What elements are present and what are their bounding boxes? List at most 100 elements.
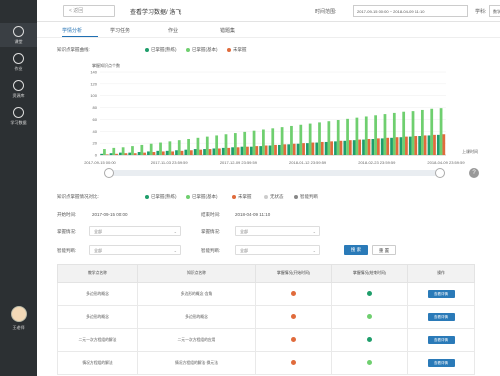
bar <box>318 122 321 155</box>
bar <box>193 149 197 155</box>
mastery-end-select[interactable]: 全部 ⌄ <box>235 226 320 236</box>
bar <box>147 151 150 155</box>
bar <box>159 142 162 155</box>
slider-start-handle[interactable] <box>104 168 114 178</box>
tab-tasks[interactable]: 学习任务 <box>110 27 130 34</box>
bar <box>367 138 371 155</box>
bar <box>143 152 146 155</box>
bar <box>430 108 434 155</box>
view-detail-button[interactable]: 查看详情 <box>427 313 455 321</box>
chevron-down-icon: ⌄ <box>173 229 177 234</box>
bar <box>302 143 305 155</box>
smart-judge-start-select[interactable]: 全部 ⌄ <box>89 245 181 255</box>
status-dot <box>367 291 372 296</box>
sidebar-item-resources[interactable]: 资源库 <box>0 77 37 101</box>
legend-not-mastered: 未掌握 <box>227 47 247 53</box>
view-detail-button[interactable]: 查看详情 <box>427 336 455 344</box>
bar <box>442 134 446 155</box>
bar <box>346 118 349 155</box>
slider-end-handle[interactable] <box>435 168 445 178</box>
table-row: 多边形的概念 多边形的概念 查看详情 <box>57 305 475 329</box>
bar <box>287 144 291 155</box>
tabs-divider <box>37 37 500 38</box>
reset-button[interactable]: 重 置 <box>372 245 396 255</box>
view-detail-button[interactable]: 查看详情 <box>427 290 455 298</box>
chevron-down-icon: ⌄ <box>312 248 316 253</box>
status-compare-label: 知识点掌握情况对比: <box>57 194 99 199</box>
bar <box>414 136 418 155</box>
tab-homework[interactable]: 作业 <box>168 27 178 34</box>
bar <box>306 143 309 155</box>
bar <box>133 153 137 155</box>
status-legend-basic: 已掌握(基本) <box>186 194 218 200</box>
y-tick-label: 140 <box>90 70 97 75</box>
status-dot <box>367 337 372 342</box>
bar <box>171 151 175 155</box>
bar <box>336 120 340 155</box>
bar <box>348 140 352 155</box>
user-name: 王老师 <box>12 325 25 330</box>
subject-select[interactable]: 数学 <box>489 5 500 17</box>
user-profile[interactable]: 王老师 <box>0 306 37 331</box>
bar <box>376 138 380 155</box>
start-time-value: 2017-09-15 00:00 <box>92 212 128 217</box>
time-range-picker[interactable]: 2017-09-15 00:00 ~ 2018-04-09 11:10 <box>353 5 468 17</box>
bar <box>262 129 265 155</box>
bar <box>252 130 256 155</box>
bar <box>165 150 169 155</box>
sidebar-item-classroom[interactable]: 课堂 <box>0 23 37 47</box>
bar <box>420 109 424 155</box>
status-dot <box>367 360 372 365</box>
time-range-slider[interactable] <box>110 170 442 176</box>
table-row: 情况方程组的解法 情况方程组的解法·换元法 查看详情 <box>57 351 475 375</box>
y-tick-label: 40 <box>93 129 98 134</box>
x-tick-label: 2018-04-09 23:59:59 <box>427 160 465 165</box>
bar <box>112 147 116 155</box>
view-detail-button[interactable]: 查看详情 <box>427 359 455 367</box>
tab-mistakes[interactable]: 错题集 <box>220 27 235 34</box>
bar <box>364 116 368 155</box>
status-dot <box>291 360 296 365</box>
bar <box>109 153 113 155</box>
cell-end-status <box>331 328 408 352</box>
cell-start-status <box>255 328 332 352</box>
bar <box>100 153 104 155</box>
cell-end-status <box>331 351 408 375</box>
bar <box>152 152 156 155</box>
bar <box>268 145 272 155</box>
cell-lesson: 多边形的概念 <box>57 282 138 306</box>
sidebar-item-learning-data[interactable]: 学习数据 <box>0 104 37 128</box>
bar <box>411 111 415 155</box>
end-time-value: 2018-04-09 11:10 <box>235 212 271 217</box>
tab-analysis[interactable]: 学情分析 <box>62 27 82 34</box>
bar <box>212 148 216 155</box>
search-button[interactable]: 搜 索 <box>344 245 368 255</box>
bar <box>308 123 312 155</box>
y-tick-label: 60 <box>93 117 98 122</box>
cell-point: 二元一次方程组的应用 <box>137 328 256 352</box>
y-tick-label: 80 <box>93 105 98 110</box>
sidebar-item-homework[interactable]: 作业 <box>0 50 37 74</box>
bar <box>175 150 178 155</box>
subject-label: 学科: <box>475 9 487 15</box>
bar <box>161 151 165 155</box>
bar <box>280 127 284 155</box>
help-icon[interactable]: ? <box>469 168 479 178</box>
bar <box>131 146 134 155</box>
mastery-start-select[interactable]: 全部 ⌄ <box>89 226 181 236</box>
back-button[interactable]: < 返回 <box>63 5 115 17</box>
bar <box>299 124 303 155</box>
bar <box>264 145 268 155</box>
avatar <box>10 306 27 322</box>
bar <box>255 146 259 155</box>
chevron-down-icon: ⌄ <box>173 248 177 253</box>
cell-action: 查看详情 <box>407 351 475 375</box>
bar <box>427 135 431 155</box>
bar <box>418 136 421 155</box>
bar <box>371 138 375 155</box>
status-dot <box>367 314 372 319</box>
legend-dot <box>264 194 268 199</box>
x-tick-label: 2018-02-23 23:59:59 <box>358 160 396 165</box>
smart-judge-end-select[interactable]: 全部 ⌄ <box>235 245 320 255</box>
status-legend-not-mastered: 未掌握 <box>232 194 252 200</box>
